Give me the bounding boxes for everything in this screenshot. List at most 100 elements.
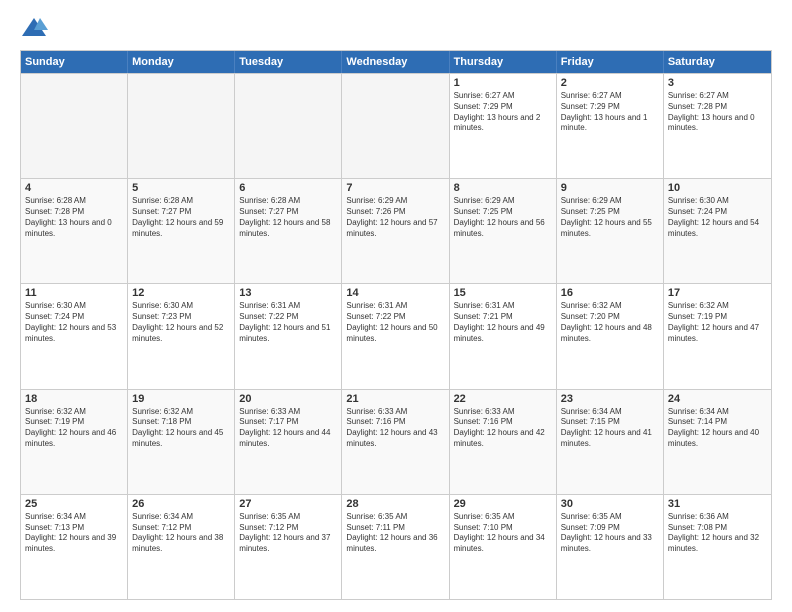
day-number: 26: [132, 498, 230, 510]
day-number: 18: [25, 393, 123, 405]
cell-info: Sunrise: 6:32 AMSunset: 7:19 PMDaylight:…: [25, 407, 123, 450]
calendar-cell: 7 Sunrise: 6:29 AMSunset: 7:26 PMDaylight…: [342, 179, 449, 283]
calendar-cell: 16 Sunrise: 6:32 AMSunset: 7:20 PMDayligh…: [557, 284, 664, 388]
cell-info: Sunrise: 6:36 AMSunset: 7:08 PMDaylight:…: [668, 512, 767, 555]
cell-info: Sunrise: 6:34 AMSunset: 7:13 PMDaylight:…: [25, 512, 123, 555]
day-number: 15: [454, 287, 552, 299]
calendar-week: 18 Sunrise: 6:32 AMSunset: 7:19 PMDayligh…: [21, 389, 771, 494]
day-number: 3: [668, 77, 767, 89]
calendar-cell: 1 Sunrise: 6:27 AMSunset: 7:29 PMDaylight…: [450, 74, 557, 178]
calendar-cell: 26 Sunrise: 6:34 AMSunset: 7:12 PMDayligh…: [128, 495, 235, 599]
day-number: 20: [239, 393, 337, 405]
cell-info: Sunrise: 6:30 AMSunset: 7:24 PMDaylight:…: [25, 301, 123, 344]
calendar-cell: 29 Sunrise: 6:35 AMSunset: 7:10 PMDayligh…: [450, 495, 557, 599]
day-number: 19: [132, 393, 230, 405]
cell-info: Sunrise: 6:35 AMSunset: 7:10 PMDaylight:…: [454, 512, 552, 555]
day-number: 22: [454, 393, 552, 405]
cell-info: Sunrise: 6:31 AMSunset: 7:22 PMDaylight:…: [239, 301, 337, 344]
day-number: 4: [25, 182, 123, 194]
cell-info: Sunrise: 6:27 AMSunset: 7:29 PMDaylight:…: [561, 91, 659, 134]
calendar-cell: [342, 74, 449, 178]
day-number: 1: [454, 77, 552, 89]
day-number: 30: [561, 498, 659, 510]
day-number: 6: [239, 182, 337, 194]
cell-info: Sunrise: 6:35 AMSunset: 7:11 PMDaylight:…: [346, 512, 444, 555]
cell-info: Sunrise: 6:35 AMSunset: 7:09 PMDaylight:…: [561, 512, 659, 555]
calendar-cell: 11 Sunrise: 6:30 AMSunset: 7:24 PMDayligh…: [21, 284, 128, 388]
day-number: 24: [668, 393, 767, 405]
calendar-cell: 24 Sunrise: 6:34 AMSunset: 7:14 PMDayligh…: [664, 390, 771, 494]
weekday-header: Thursday: [450, 51, 557, 73]
day-number: 13: [239, 287, 337, 299]
calendar-cell: 19 Sunrise: 6:32 AMSunset: 7:18 PMDayligh…: [128, 390, 235, 494]
calendar-cell: 14 Sunrise: 6:31 AMSunset: 7:22 PMDayligh…: [342, 284, 449, 388]
calendar-cell: 28 Sunrise: 6:35 AMSunset: 7:11 PMDayligh…: [342, 495, 449, 599]
weekday-header: Tuesday: [235, 51, 342, 73]
calendar-cell: 20 Sunrise: 6:33 AMSunset: 7:17 PMDayligh…: [235, 390, 342, 494]
day-number: 11: [25, 287, 123, 299]
weekday-header: Saturday: [664, 51, 771, 73]
cell-info: Sunrise: 6:35 AMSunset: 7:12 PMDaylight:…: [239, 512, 337, 555]
cell-info: Sunrise: 6:33 AMSunset: 7:16 PMDaylight:…: [346, 407, 444, 450]
cell-info: Sunrise: 6:34 AMSunset: 7:12 PMDaylight:…: [132, 512, 230, 555]
cell-info: Sunrise: 6:31 AMSunset: 7:22 PMDaylight:…: [346, 301, 444, 344]
calendar-cell: [235, 74, 342, 178]
cell-info: Sunrise: 6:32 AMSunset: 7:18 PMDaylight:…: [132, 407, 230, 450]
day-number: 29: [454, 498, 552, 510]
calendar: SundayMondayTuesdayWednesdayThursdayFrid…: [20, 50, 772, 600]
day-number: 14: [346, 287, 444, 299]
day-number: 28: [346, 498, 444, 510]
cell-info: Sunrise: 6:27 AMSunset: 7:29 PMDaylight:…: [454, 91, 552, 134]
cell-info: Sunrise: 6:33 AMSunset: 7:17 PMDaylight:…: [239, 407, 337, 450]
calendar-cell: 15 Sunrise: 6:31 AMSunset: 7:21 PMDayligh…: [450, 284, 557, 388]
calendar-cell: 9 Sunrise: 6:29 AMSunset: 7:25 PMDaylight…: [557, 179, 664, 283]
day-number: 27: [239, 498, 337, 510]
cell-info: Sunrise: 6:29 AMSunset: 7:25 PMDaylight:…: [454, 196, 552, 239]
logo-icon: [20, 16, 48, 40]
day-number: 17: [668, 287, 767, 299]
calendar-cell: 10Sunrise: 6:30 AMSunset: 7:24 PMDayligh…: [664, 179, 771, 283]
calendar-cell: 2Sunrise: 6:27 AMSunset: 7:29 PMDaylight…: [557, 74, 664, 178]
cell-info: Sunrise: 6:32 AMSunset: 7:19 PMDaylight:…: [668, 301, 767, 344]
calendar-body: 1 Sunrise: 6:27 AMSunset: 7:29 PMDaylight…: [21, 73, 771, 599]
day-number: 9: [561, 182, 659, 194]
day-number: 23: [561, 393, 659, 405]
cell-info: Sunrise: 6:28 AMSunset: 7:27 PMDaylight:…: [239, 196, 337, 239]
calendar-week: 4 Sunrise: 6:28 AMSunset: 7:28 PMDaylight…: [21, 178, 771, 283]
cell-info: Sunrise: 6:28 AMSunset: 7:28 PMDaylight:…: [25, 196, 123, 239]
calendar-cell: 17 Sunrise: 6:32 AMSunset: 7:19 PMDayligh…: [664, 284, 771, 388]
calendar-cell: 21 Sunrise: 6:33 AMSunset: 7:16 PMDayligh…: [342, 390, 449, 494]
calendar-cell: 13 Sunrise: 6:31 AMSunset: 7:22 PMDayligh…: [235, 284, 342, 388]
day-number: 16: [561, 287, 659, 299]
cell-info: Sunrise: 6:28 AMSunset: 7:27 PMDaylight:…: [132, 196, 230, 239]
weekday-header: Sunday: [21, 51, 128, 73]
calendar-cell: 6 Sunrise: 6:28 AMSunset: 7:27 PMDaylight…: [235, 179, 342, 283]
calendar-cell: 27 Sunrise: 6:35 AMSunset: 7:12 PMDayligh…: [235, 495, 342, 599]
calendar-cell: 12Sunrise: 6:30 AMSunset: 7:23 PMDayligh…: [128, 284, 235, 388]
weekday-header: Wednesday: [342, 51, 449, 73]
cell-info: Sunrise: 6:34 AMSunset: 7:14 PMDaylight:…: [668, 407, 767, 450]
day-number: 5: [132, 182, 230, 194]
calendar-cell: [21, 74, 128, 178]
day-number: 8: [454, 182, 552, 194]
cell-info: Sunrise: 6:29 AMSunset: 7:26 PMDaylight:…: [346, 196, 444, 239]
cell-info: Sunrise: 6:31 AMSunset: 7:21 PMDaylight:…: [454, 301, 552, 344]
weekday-header: Monday: [128, 51, 235, 73]
day-number: 7: [346, 182, 444, 194]
cell-info: Sunrise: 6:33 AMSunset: 7:16 PMDaylight:…: [454, 407, 552, 450]
day-number: 21: [346, 393, 444, 405]
cell-info: Sunrise: 6:32 AMSunset: 7:20 PMDaylight:…: [561, 301, 659, 344]
day-number: 12: [132, 287, 230, 299]
cell-info: Sunrise: 6:27 AMSunset: 7:28 PMDaylight:…: [668, 91, 767, 134]
header: [20, 16, 772, 40]
day-number: 25: [25, 498, 123, 510]
logo: [20, 16, 52, 40]
calendar-cell: 8 Sunrise: 6:29 AMSunset: 7:25 PMDaylight…: [450, 179, 557, 283]
calendar-cell: 4 Sunrise: 6:28 AMSunset: 7:28 PMDaylight…: [21, 179, 128, 283]
calendar-cell: 22 Sunrise: 6:33 AMSunset: 7:16 PMDayligh…: [450, 390, 557, 494]
cell-info: Sunrise: 6:30 AMSunset: 7:24 PMDaylight:…: [668, 196, 767, 239]
calendar-cell: 3 Sunrise: 6:27 AMSunset: 7:28 PMDaylight…: [664, 74, 771, 178]
calendar-week: 11 Sunrise: 6:30 AMSunset: 7:24 PMDayligh…: [21, 283, 771, 388]
weekday-header: Friday: [557, 51, 664, 73]
cell-info: Sunrise: 6:29 AMSunset: 7:25 PMDaylight:…: [561, 196, 659, 239]
